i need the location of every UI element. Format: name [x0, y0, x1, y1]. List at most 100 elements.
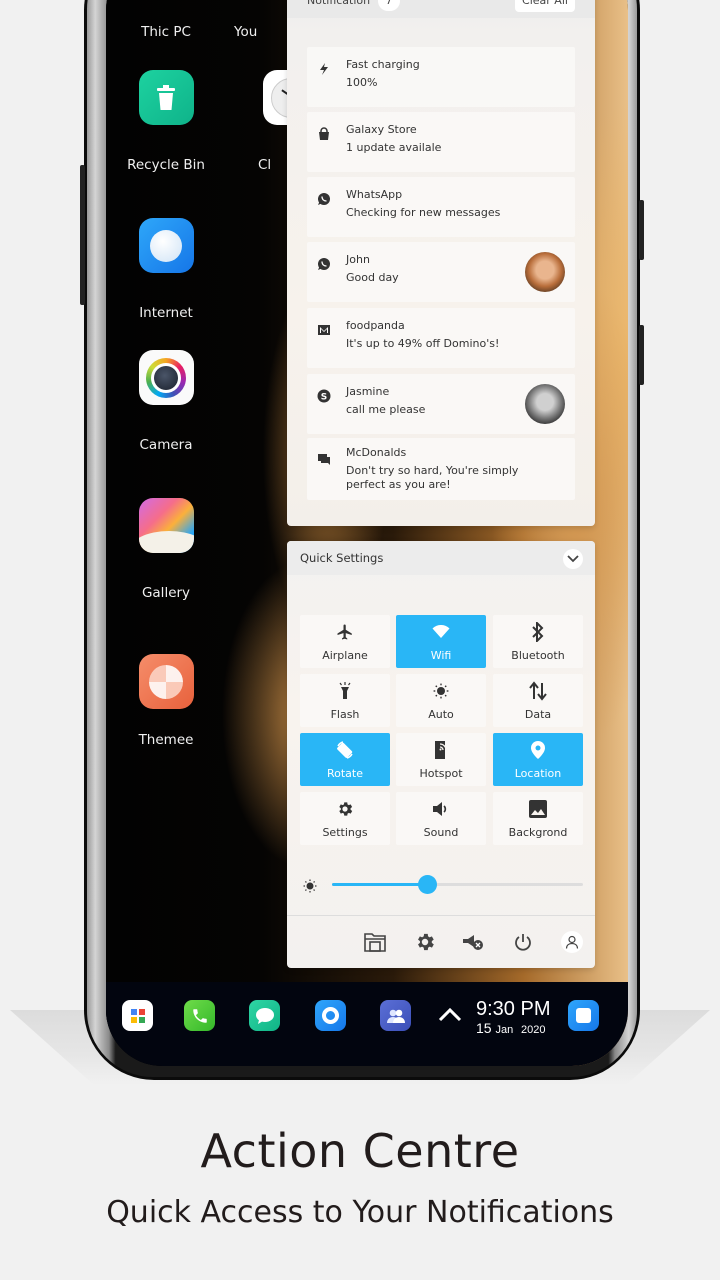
browser-icon[interactable] — [315, 1000, 346, 1031]
shopping-bag-icon — [317, 126, 331, 140]
taskbar-time[interactable]: 9:30 PM — [476, 998, 550, 1021]
quick-tile-hotspot[interactable]: Hotspot — [396, 733, 486, 786]
bolt-icon — [317, 61, 331, 75]
notification-app: foodpanda — [346, 319, 405, 332]
brightness-slider-thumb[interactable] — [418, 875, 438, 894]
chevron-up-icon[interactable] — [438, 1006, 462, 1026]
trash-icon — [138, 70, 194, 125]
notification-panel: Notification 7 Clear All Fast charging 1… — [287, 0, 595, 526]
notification-body: It's up to 49% off Domino's! — [346, 337, 500, 350]
notification-item[interactable]: Galaxy Store 1 update availale — [307, 112, 575, 172]
notification-item[interactable]: Fast charging 100% — [307, 47, 575, 107]
brightness-slider[interactable] — [332, 875, 583, 894]
wifi-icon — [396, 623, 486, 641]
notification-item[interactable]: WhatsApp Checking for new messages — [307, 177, 575, 237]
mail-icon — [317, 322, 331, 336]
camera-icon — [138, 350, 194, 405]
notification-body: Good day — [346, 271, 399, 284]
desktop-icon-gallery-label: Gallery — [141, 585, 191, 601]
quick-tile-label: Hotspot — [419, 767, 463, 780]
notification-app: WhatsApp — [346, 188, 403, 201]
flashlight-icon — [300, 682, 390, 700]
whatsapp-icon — [317, 191, 331, 205]
taskbar-date-year: 2020 — [521, 1024, 546, 1036]
brightness-slider-fill — [332, 883, 428, 886]
quick-tile-auto[interactable]: Auto — [396, 674, 486, 727]
quick-tile-label: Settings — [322, 826, 368, 839]
desktop-icon-internet[interactable] — [111, 218, 221, 273]
whatsapp-icon — [317, 256, 331, 270]
desktop-icon-recycle-bin[interactable] — [111, 70, 221, 125]
notification-body: 1 update availale — [346, 141, 442, 154]
image-icon — [493, 800, 583, 818]
notification-item[interactable]: McDonalds Don't try so hard, You're simp… — [307, 438, 575, 500]
rotate-icon — [300, 741, 390, 759]
quick-tile-data[interactable]: Data — [493, 674, 583, 727]
user-account-button[interactable] — [559, 929, 585, 955]
chevron-down-icon[interactable] — [563, 549, 583, 569]
quick-tile-label: Wifi — [430, 649, 452, 662]
quick-settings-title: Quick Settings — [300, 551, 384, 565]
desktop-icon-themes[interactable] — [111, 654, 221, 709]
quick-tile-location[interactable]: Location — [493, 733, 583, 786]
quick-tile-label: Auto — [428, 708, 454, 721]
notification-item[interactable]: S Jasmine call me please — [307, 374, 575, 434]
quick-tile-airplane[interactable]: Airplane — [300, 615, 390, 668]
phone-icon[interactable] — [184, 1000, 215, 1031]
promo-screen: Thic PC You Recycle Bin Cl Internet Came… — [0, 0, 720, 1280]
notification-body: Don't try so hard, You're simply perfect… — [346, 464, 519, 491]
power-side-button — [639, 200, 644, 260]
airplane-icon — [300, 623, 390, 641]
notification-header: Notification 7 Clear All — [287, 0, 595, 18]
taskbar-date-month: Jan — [495, 1024, 514, 1036]
quick-tile-rotate[interactable]: Rotate — [300, 733, 390, 786]
brightness-icon — [303, 878, 317, 893]
quick-tile-label: Flash — [330, 708, 360, 721]
desktop-icon-camera-label: Camera — [139, 437, 193, 453]
quick-tile-sound[interactable]: Sound — [396, 792, 486, 845]
desktop-icon-partial-label[interactable]: You — [234, 24, 274, 40]
avatar — [525, 384, 565, 424]
quick-tile-label: Backgrond — [508, 826, 568, 839]
quick-tile-wifi[interactable]: Wifi — [396, 615, 486, 668]
svg-text:S: S — [321, 393, 327, 403]
quick-tile-settings[interactable]: Settings — [300, 792, 390, 845]
desktop-icon-gallery[interactable] — [111, 498, 221, 553]
notification-app: Galaxy Store — [346, 123, 417, 136]
themes-icon — [138, 654, 194, 709]
gear-icon — [300, 800, 390, 818]
start-grid-icon[interactable] — [122, 1000, 153, 1031]
file-explorer-icon[interactable] — [362, 929, 388, 955]
messages-icon[interactable] — [249, 1000, 280, 1031]
desktop-icon-clock-label: Cl — [258, 157, 272, 173]
user-icon — [561, 931, 583, 953]
gallery-icon — [138, 498, 194, 553]
desktop-icon-this-pc-label[interactable]: Thic PC — [111, 24, 221, 40]
power-icon[interactable] — [510, 929, 536, 955]
taskbar-date[interactable]: 15 Jan 2020 — [476, 1020, 545, 1036]
data-transfer-icon — [493, 681, 583, 701]
skype-icon: S — [317, 388, 331, 403]
caption-subtitle: Quick Access to Your Notifications — [106, 1195, 614, 1230]
volume-button — [80, 165, 85, 305]
contacts-icon[interactable] — [380, 1000, 411, 1031]
notification-app: Fast charging — [346, 58, 420, 71]
quick-tile-backgrond[interactable]: Backgrond — [493, 792, 583, 845]
gear-icon[interactable] — [412, 929, 438, 955]
quick-tile-label: Data — [524, 708, 552, 721]
taskbar-date-day: 15 — [476, 1020, 492, 1036]
quick-tile-bluetooth[interactable]: Bluetooth — [493, 615, 583, 668]
hotspot-icon — [396, 741, 486, 759]
notification-item[interactable]: foodpanda It's up to 49% off Domino's! — [307, 308, 575, 368]
quick-tile-flash[interactable]: Flash — [300, 674, 390, 727]
quick-settings-panel: Quick Settings Airplane Wifi Bluetooth Flas… — [287, 541, 595, 968]
notifications-muted-icon[interactable] — [460, 929, 486, 955]
side-button — [639, 325, 644, 385]
taskbar: 9:30 PM 15 Jan 2020 — [106, 982, 628, 1066]
desktop-icon-camera[interactable] — [111, 350, 221, 405]
quick-tile-label: Bluetooth — [511, 649, 565, 662]
quick-settings-header: Quick Settings — [287, 541, 595, 575]
notification-item[interactable]: John Good day — [307, 242, 575, 302]
action-centre-icon[interactable] — [568, 1000, 599, 1031]
clear-all-button[interactable]: Clear All — [515, 0, 575, 12]
